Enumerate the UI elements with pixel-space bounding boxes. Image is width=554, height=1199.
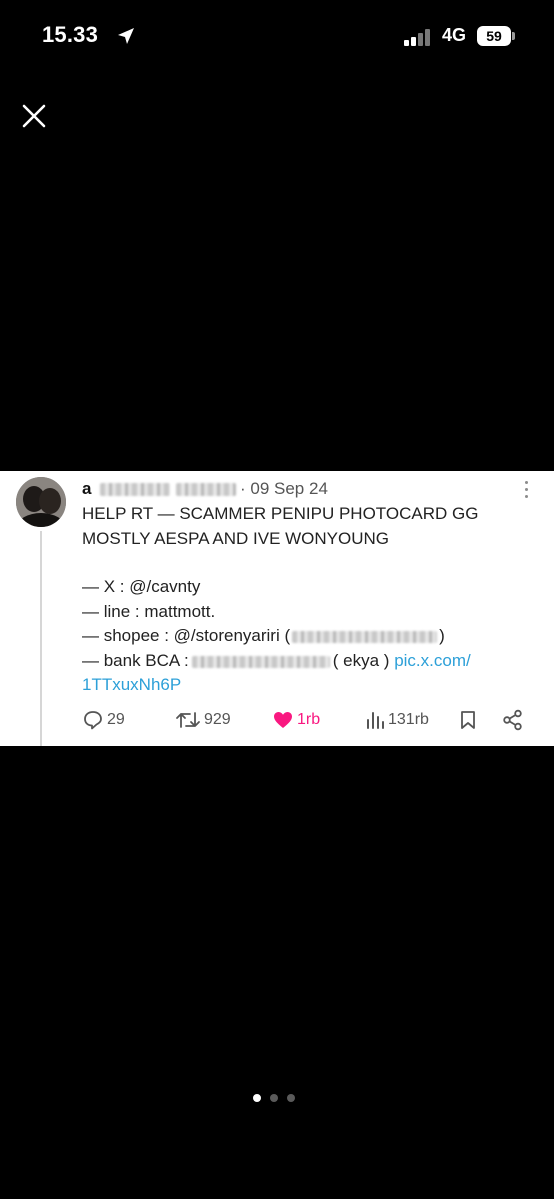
battery-tip bbox=[512, 32, 515, 40]
blurred-username bbox=[100, 483, 170, 496]
repost-icon bbox=[176, 712, 200, 728]
view-count: 131rb bbox=[388, 711, 429, 728]
shopee-suffix: ) bbox=[439, 626, 445, 645]
tweet-text-line-id: — line : mattmott. bbox=[82, 602, 216, 621]
reply-icon bbox=[84, 711, 102, 730]
page-dot-2[interactable] bbox=[270, 1094, 278, 1102]
tweet-text-shopee: — shopee : @/storenyariri () bbox=[82, 626, 445, 646]
shopee-prefix: — shopee : @/storenyariri ( bbox=[82, 626, 291, 645]
reply-count: 29 bbox=[107, 711, 125, 728]
heart-icon bbox=[274, 712, 292, 728]
more-options-icon[interactable] bbox=[520, 477, 532, 501]
location-arrow-icon bbox=[118, 28, 134, 44]
blurred-shopee-detail bbox=[292, 630, 438, 643]
like-count: 1rb bbox=[297, 711, 321, 728]
tweet-text-bank: — bank BCA : ( ekya ) pic.x.com/ bbox=[82, 651, 471, 671]
avatar bbox=[16, 477, 66, 527]
bank-suffix: ( ekya ) bbox=[332, 651, 390, 670]
blurred-handle bbox=[176, 483, 236, 496]
thread-line bbox=[40, 531, 42, 746]
like-button[interactable]: 1rb bbox=[272, 709, 320, 731]
author-name: a bbox=[82, 479, 92, 498]
page-dot-3[interactable] bbox=[287, 1094, 295, 1102]
cellular-signal-icon bbox=[404, 28, 434, 46]
share-icon[interactable] bbox=[502, 709, 524, 731]
tweet-link-part-2[interactable]: 1TTxuxNh6P bbox=[82, 675, 181, 695]
tweet-screenshot-image[interactable]: a · 09 Sep 24 HELP RT — SCAMMER PENIPU P… bbox=[0, 471, 554, 746]
blurred-bank-number bbox=[191, 655, 330, 668]
views-icon bbox=[367, 712, 384, 729]
bookmark-icon[interactable] bbox=[458, 709, 478, 731]
views-button[interactable]: 131rb bbox=[365, 709, 429, 731]
tweet-text-x-handle: — X : @/cavnty bbox=[82, 577, 201, 596]
tweet-text-line-2: MOSTLY AESPA AND IVE WONYOUNG bbox=[82, 529, 390, 548]
close-icon[interactable] bbox=[20, 102, 48, 130]
tweet-date: · 09 Sep 24 bbox=[240, 479, 328, 498]
tweet-text-line-1: HELP RT — SCAMMER PENIPU PHOTOCARD GG bbox=[82, 504, 479, 523]
page-indicator bbox=[253, 1094, 295, 1102]
tweet-link-part-1[interactable]: pic.x.com/ bbox=[394, 651, 471, 670]
bank-prefix: — bank BCA : bbox=[82, 651, 189, 670]
reply-button[interactable]: 29 bbox=[82, 709, 125, 731]
network-type: 4G bbox=[442, 25, 467, 45]
repost-button[interactable]: 929 bbox=[175, 709, 231, 731]
battery-icon: 59 bbox=[477, 26, 511, 46]
page-dot-1[interactable] bbox=[253, 1094, 261, 1102]
status-time: 15.33 bbox=[42, 22, 99, 47]
repost-count: 929 bbox=[204, 711, 231, 728]
